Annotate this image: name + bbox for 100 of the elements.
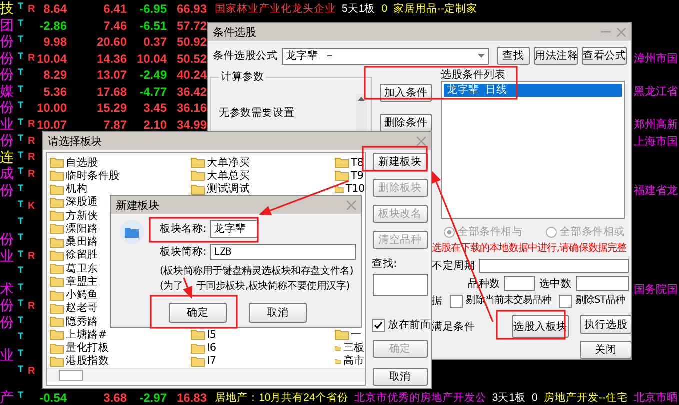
flag-mark: R [28, 53, 36, 64]
list-label: 选股条件列表 [441, 70, 507, 81]
quote-value: 0.37 [142, 35, 167, 49]
quote-value: -2.97 [138, 390, 167, 404]
quote-text: 国务院国 [633, 283, 679, 297]
stock-name: 术 [0, 280, 15, 298]
formula-label: 条件选股公式 [213, 49, 278, 63]
quote-value: 2.10 [142, 118, 167, 132]
quote-value: -4.77 [138, 84, 167, 98]
stock-name: 业 [0, 116, 15, 134]
radio-label: 全部条件相或 [560, 225, 625, 239]
quote-value: 8.64 [42, 2, 67, 16]
quote-text: 北京市优秀的房地产开发公 [354, 390, 486, 404]
tag-mark: T [18, 150, 24, 160]
tag-mark: T [18, 84, 24, 94]
hint-text: (板块简称用于键盘精灵选板块和存盘文件名) [160, 266, 354, 278]
quote-value: 14.36 [96, 52, 127, 66]
quote-value: 10.00 [36, 101, 67, 115]
quote-text: 房地产开发--住宅 [544, 390, 628, 404]
flag-mark: R [28, 300, 36, 312]
quote-value: 13.07 [96, 68, 127, 82]
quote-value: 3.45 [142, 101, 167, 115]
tag-mark: T [18, 216, 24, 226]
stock-name: 团 [0, 16, 15, 34]
quote-value: 66.93 [176, 2, 207, 16]
quote-value: -2.86 [38, 18, 67, 32]
tag-mark: T [18, 364, 24, 374]
radio-label: 全部条件相与 [458, 225, 523, 239]
quote-value: 8.29 [42, 68, 67, 82]
quote-value: -6.95 [138, 2, 167, 16]
quote-text: 0 [382, 3, 388, 15]
quote-value: 50.92 [176, 35, 207, 49]
quote-value: 17.68 [96, 84, 127, 98]
stock-name: 业 [0, 346, 15, 364]
quote-value: -2.49 [138, 68, 167, 82]
tag-mark: T [18, 133, 24, 143]
tag-mark: T [18, 166, 24, 176]
quote-value: -0.54 [38, 390, 67, 404]
quote-value: 10.04 [136, 52, 167, 66]
quote-text: 国家林业产业化龙头企业 [215, 2, 336, 16]
quote-value: 7.87 [102, 118, 127, 132]
tag-mark: T [18, 116, 24, 126]
stock-name: 成 [0, 165, 15, 183]
tag-mark: T [18, 390, 24, 400]
stock-name: 份 [0, 33, 15, 51]
quote-text: 0 [532, 392, 538, 404]
quote-value: -6.51 [138, 18, 167, 32]
flag-mark: R [28, 251, 36, 262]
quote-text: 漳州市国 [633, 52, 679, 66]
tag-mark: T [18, 348, 24, 358]
stock-name: 份 [0, 50, 15, 68]
quote-text: 5天1板 [342, 2, 376, 16]
tag-mark: T [18, 67, 24, 77]
tag-mark: T [18, 232, 24, 242]
tag-mark: T [18, 199, 24, 209]
hint-text: (为了 [160, 281, 184, 293]
window-title: 条件选股 [213, 24, 258, 40]
stock-name: 份 [0, 182, 15, 200]
quote-value: 36.42 [176, 84, 207, 98]
tag-mark: T [18, 1, 24, 11]
quote-value: 15.29 [96, 101, 127, 115]
stock-name: 技 [0, 0, 15, 18]
quote-value: 36.16 [176, 101, 207, 115]
quote-value: 6.41 [102, 2, 127, 16]
quote-text: 黑龙江省 [633, 85, 679, 99]
flag-mark: R [28, 136, 36, 146]
satisfy-label: 满足条件 [432, 320, 476, 334]
tag-mark: T [18, 50, 24, 60]
stock-name: 媒 [0, 82, 15, 100]
window-title: 请选择板块 [48, 134, 104, 148]
quote-text: 家居用品--定制家 [394, 2, 478, 16]
stock-name: 份 [0, 231, 15, 249]
quote-text: 郑州高新 [633, 118, 679, 132]
checkbox-label: 放在前面 [388, 318, 432, 332]
group-label: 计算参数 [220, 70, 266, 84]
stock-name: 份 [0, 314, 15, 332]
tag-mark: T [18, 18, 24, 28]
tag-mark: T [18, 100, 24, 110]
stock-name: 份 [0, 99, 15, 117]
tag-mark: T [18, 298, 24, 308]
quote-text: 福建省龙 [633, 184, 679, 198]
stock-name: 份 [0, 66, 15, 84]
tag-mark: T [18, 34, 24, 44]
tag-mark: T [18, 182, 24, 192]
quote-value: 50.52 [176, 52, 207, 66]
quote-value: 7.46 [102, 18, 127, 32]
quote-value: 34.99 [176, 118, 207, 132]
short-name-label: 板块简称: [160, 245, 208, 259]
selected-count-label: 选中数 [539, 276, 572, 290]
quote-text: 北京市晒 [633, 390, 679, 405]
quote-value: 16.83 [176, 390, 207, 404]
quote-value: 10.04 [36, 52, 67, 66]
quote-value: 57.72 [176, 18, 207, 32]
quote-value: 40.24 [176, 68, 207, 82]
tag-mark: T [18, 331, 24, 341]
flag-mark: R [28, 168, 36, 180]
quote-text: 上海市国 [633, 134, 679, 148]
window-title: 新建板块 [116, 198, 160, 212]
stock-name: 产 [0, 388, 15, 405]
data-label: 据 [432, 294, 443, 308]
